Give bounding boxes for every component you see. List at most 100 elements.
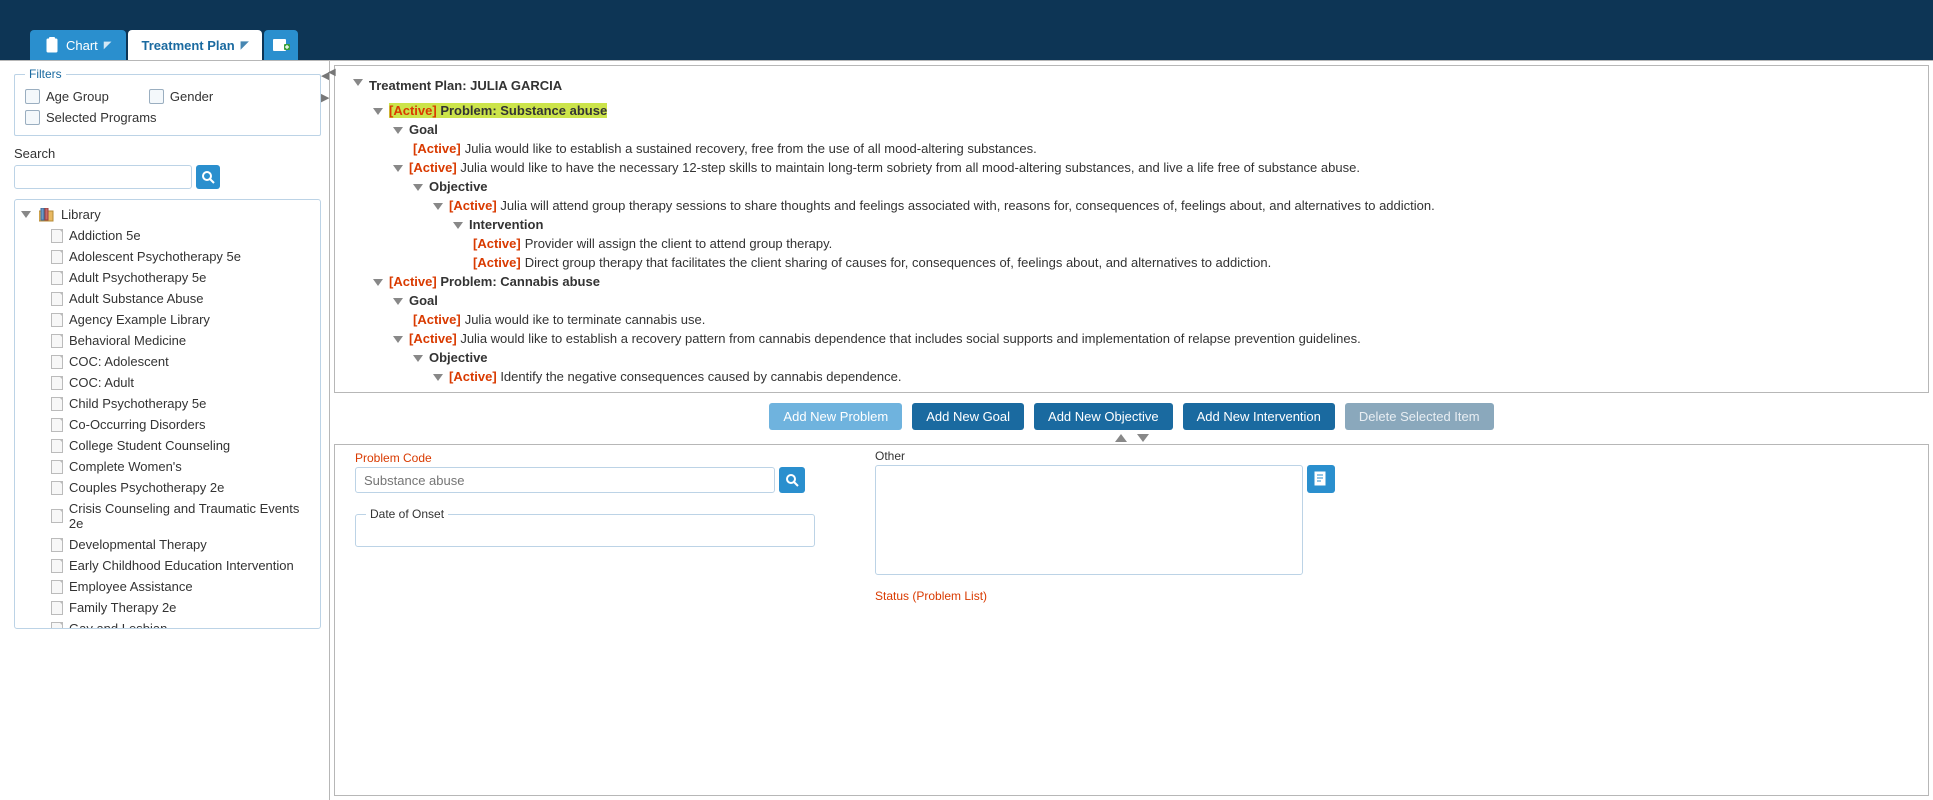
goal-item[interactable]: [Active] Julia would like to have the ne… — [409, 160, 1360, 175]
expand-right-icon[interactable]: ▶ — [321, 91, 330, 115]
library-item[interactable]: Adolescent Psychotherapy 5e — [15, 246, 320, 267]
library-item[interactable]: Gay and Lesbian — [15, 618, 320, 629]
date-onset-legend: Date of Onset — [366, 507, 448, 521]
intervention-heading: Intervention — [469, 217, 543, 232]
library-item[interactable]: Child Psychotherapy 5e — [15, 393, 320, 414]
filters-legend: Filters — [25, 67, 66, 81]
problem-cannabis-abuse[interactable]: [Active] Problem: Cannabis abuse — [389, 274, 600, 289]
library-item[interactable]: Agency Example Library — [15, 309, 320, 330]
library-item[interactable]: Employee Assistance — [15, 576, 320, 597]
problem-substance-abuse[interactable]: [Active] Problem: Substance abuse — [389, 103, 607, 118]
page-icon — [51, 481, 63, 495]
chevron-down-icon[interactable] — [373, 108, 383, 115]
library-item[interactable]: Crisis Counseling and Traumatic Events 2… — [15, 498, 320, 534]
tab-treatment-plan[interactable]: Treatment Plan ◤ — [128, 30, 263, 60]
page-icon — [51, 538, 63, 552]
library-item[interactable]: Adult Substance Abuse — [15, 288, 320, 309]
intervention-item[interactable]: [Active]Provider will assign the client … — [353, 234, 1910, 253]
page-icon — [51, 292, 63, 306]
chevron-down-icon — [21, 211, 31, 218]
chevron-down-icon[interactable] — [433, 374, 443, 381]
chevron-down-icon[interactable] — [393, 336, 403, 343]
tab-label: Chart — [66, 38, 98, 53]
popup-icon: ◤ — [241, 40, 249, 51]
panel-splitter[interactable] — [330, 432, 1933, 444]
main-panel: ◀ Treatment Plan: JULIA GARCIA [Active] … — [330, 61, 1933, 800]
tab-strip: Chart ◤ Treatment Plan ◤ — [0, 28, 1933, 60]
library-tree[interactable]: Library Addiction 5eAdolescent Psychothe… — [14, 199, 321, 629]
objective-heading: Objective — [429, 179, 488, 194]
library-root[interactable]: Library — [15, 204, 320, 225]
library-item[interactable]: Adult Psychotherapy 5e — [15, 267, 320, 288]
page-icon — [51, 397, 63, 411]
chevron-down-icon[interactable] — [453, 222, 463, 229]
objective-item[interactable]: [Active] Identify the negative consequen… — [449, 369, 901, 384]
chevron-down-icon[interactable] — [413, 184, 423, 191]
add-intervention-button[interactable]: Add New Intervention — [1183, 403, 1335, 430]
filters-fieldset: Filters Age Group Gender Selected Progra… — [14, 67, 321, 136]
page-icon — [51, 601, 63, 615]
page-icon — [51, 229, 63, 243]
add-problem-button[interactable]: Add New Problem — [769, 403, 902, 430]
library-item[interactable]: COC: Adolescent — [15, 351, 320, 372]
checkbox-icon — [25, 89, 40, 104]
page-icon — [51, 250, 63, 264]
page-icon — [51, 418, 63, 432]
status-label: Status (Problem List) — [875, 589, 1335, 603]
page-icon — [51, 460, 63, 474]
library-item[interactable]: Complete Women's — [15, 456, 320, 477]
goal-heading: Goal — [409, 122, 438, 137]
library-item[interactable]: Family Therapy 2e — [15, 597, 320, 618]
page-icon — [51, 622, 63, 630]
objective-heading: Objective — [429, 350, 488, 365]
problem-code-input[interactable] — [355, 467, 775, 493]
page-icon — [51, 355, 63, 369]
objective-item[interactable]: [Active] Julia will attend group therapy… — [449, 198, 1435, 213]
goal-item[interactable]: [Active] Julia would like to establish a… — [409, 331, 1361, 346]
add-tab-button[interactable] — [264, 30, 298, 60]
chevron-down-icon[interactable] — [373, 279, 383, 286]
intervention-item[interactable]: [Active]Direct group therapy that facili… — [353, 253, 1910, 272]
goal-item[interactable]: [Active]Julia would ike to terminate can… — [353, 310, 1910, 329]
page-icon — [51, 271, 63, 285]
other-textarea[interactable] — [875, 465, 1303, 575]
search-icon — [785, 473, 799, 487]
checkbox-icon — [25, 110, 40, 125]
page-icon — [51, 376, 63, 390]
chevron-down-icon[interactable] — [413, 355, 423, 362]
library-item[interactable]: Co-Occurring Disorders — [15, 414, 320, 435]
library-item[interactable]: Addiction 5e — [15, 225, 320, 246]
chevron-down-icon[interactable] — [393, 298, 403, 305]
age-group-checkbox[interactable]: Age Group — [25, 89, 109, 104]
date-of-onset-fieldset: Date of Onset — [355, 507, 815, 547]
library-item[interactable]: COC: Adult — [15, 372, 320, 393]
chevron-down-icon[interactable] — [393, 127, 403, 134]
action-button-row: Add New Problem Add New Goal Add New Obj… — [330, 397, 1933, 432]
add-objective-button[interactable]: Add New Objective — [1034, 403, 1173, 430]
plan-title: Treatment Plan: JULIA GARCIA — [369, 78, 562, 93]
library-item[interactable]: Early Childhood Education Intervention — [15, 555, 320, 576]
search-input[interactable] — [14, 165, 192, 189]
chevron-down-icon[interactable] — [433, 203, 443, 210]
chevron-down-icon[interactable] — [353, 79, 363, 86]
problem-code-lookup-button[interactable] — [779, 467, 805, 493]
tab-chart[interactable]: Chart ◤ — [30, 30, 126, 60]
library-item[interactable]: Couples Psychotherapy 2e — [15, 477, 320, 498]
library-item[interactable]: College Student Counseling — [15, 435, 320, 456]
sidebar: ◀ ▶ Filters Age Group Gender Selected Pr… — [0, 61, 330, 800]
chevron-down-icon[interactable] — [393, 165, 403, 172]
goal-item[interactable]: [Active]Julia would like to establish a … — [353, 139, 1910, 158]
other-label: Other — [875, 449, 1335, 463]
library-item[interactable]: Behavioral Medicine — [15, 330, 320, 351]
note-button[interactable] — [1307, 465, 1335, 493]
add-goal-button[interactable]: Add New Goal — [912, 403, 1024, 430]
treatment-plan-tree[interactable]: Treatment Plan: JULIA GARCIA [Active] Pr… — [334, 65, 1929, 393]
gender-checkbox[interactable]: Gender — [149, 89, 213, 104]
search-button[interactable] — [196, 165, 220, 189]
delete-selected-button[interactable]: Delete Selected Item — [1345, 403, 1494, 430]
selected-programs-checkbox[interactable]: Selected Programs — [25, 110, 310, 125]
clipboard-icon — [44, 37, 60, 53]
detail-panel: Problem Code Date of Onset Other — [334, 444, 1929, 796]
popup-icon: ◤ — [104, 40, 112, 51]
library-item[interactable]: Developmental Therapy — [15, 534, 320, 555]
